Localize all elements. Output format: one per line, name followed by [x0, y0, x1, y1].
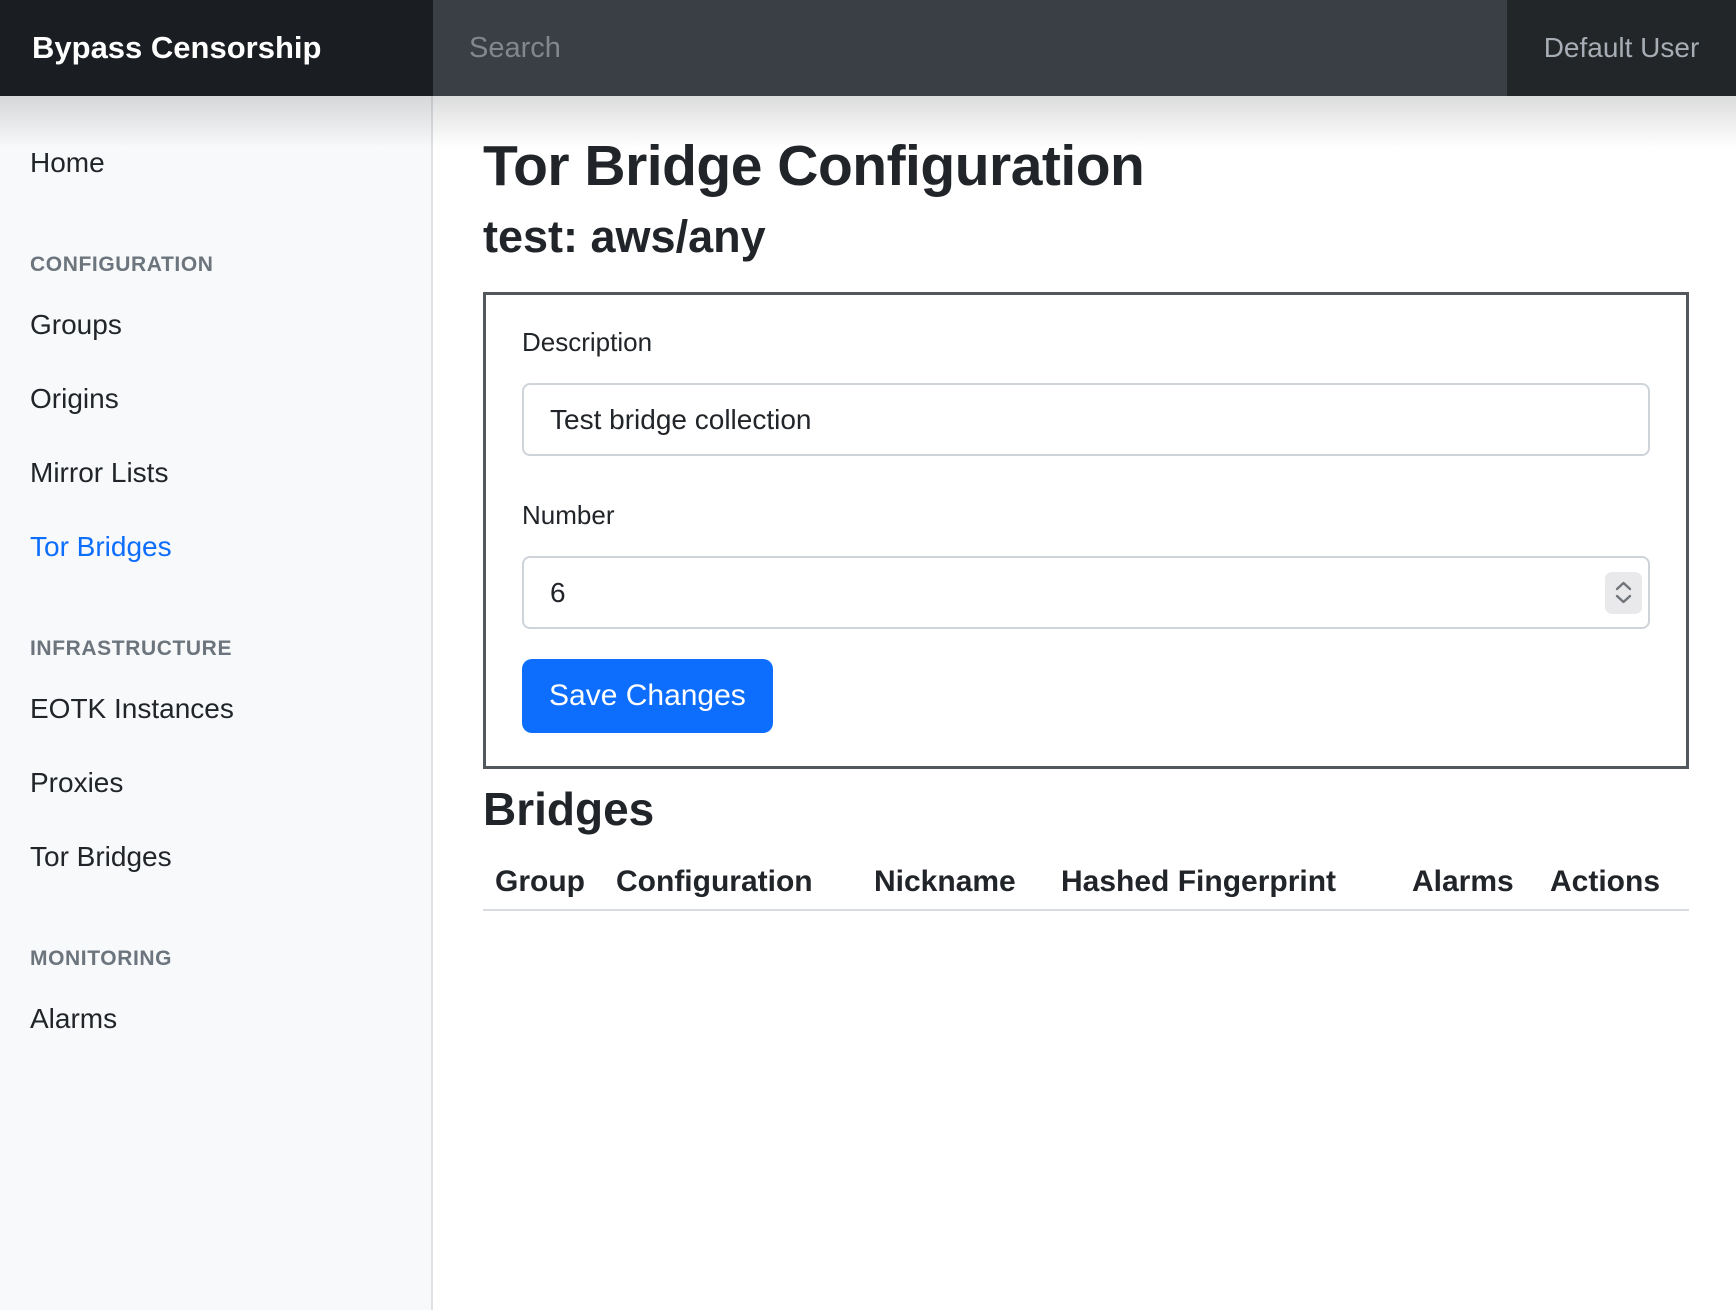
- description-input[interactable]: [522, 383, 1650, 456]
- chevron-up-icon[interactable]: [1615, 581, 1632, 591]
- number-label: Number: [522, 500, 1650, 530]
- column-header-configuration: Configuration: [604, 847, 862, 910]
- sidebar-item-tor-bridges-config[interactable]: Tor Bridges: [30, 510, 431, 584]
- sidebar-item-tor-bridges-infra[interactable]: Tor Bridges: [30, 820, 431, 894]
- sidebar-section-monitoring: MONITORING: [30, 946, 431, 972]
- description-label: Description: [522, 327, 1650, 357]
- number-field-group: Number: [522, 500, 1650, 629]
- column-header-group: Group: [483, 847, 604, 910]
- sidebar-section-configuration: CONFIGURATION: [30, 252, 431, 278]
- bridges-table: Group Configuration Nickname Hashed Fing…: [483, 847, 1689, 911]
- sidebar-item-groups[interactable]: Groups: [30, 288, 431, 362]
- number-input-wrap: [522, 556, 1650, 629]
- search-bar: [433, 0, 1507, 96]
- sidebar-item-eotk-instances[interactable]: EOTK Instances: [30, 672, 431, 746]
- sidebar-item-alarms[interactable]: Alarms: [30, 982, 431, 1056]
- bridges-table-header-row: Group Configuration Nickname Hashed Fing…: [483, 847, 1689, 910]
- search-input[interactable]: [433, 0, 1507, 96]
- sidebar-item-origins[interactable]: Origins: [30, 362, 431, 436]
- number-input[interactable]: [522, 556, 1650, 629]
- sidebar-item-home[interactable]: Home: [30, 126, 431, 200]
- column-header-nickname: Nickname: [862, 847, 1049, 910]
- page-title: Tor Bridge Configuration: [483, 132, 1688, 200]
- sidebar-item-proxies[interactable]: Proxies: [30, 746, 431, 820]
- sidebar-item-mirror-lists[interactable]: Mirror Lists: [30, 436, 431, 510]
- sidebar-nav: Home CONFIGURATION Groups Origins Mirror…: [0, 96, 433, 1310]
- column-header-hashed-fingerprint: Hashed Fingerprint: [1049, 847, 1400, 910]
- bridge-config-form-card: Description Number Save Changes: [483, 292, 1689, 769]
- app-brand[interactable]: Bypass Censorship: [0, 0, 433, 96]
- number-stepper[interactable]: [1605, 572, 1642, 614]
- user-menu-button[interactable]: Default User: [1507, 0, 1736, 96]
- description-field-group: Description: [522, 327, 1650, 456]
- save-changes-button[interactable]: Save Changes: [522, 659, 773, 733]
- top-navbar: Bypass Censorship Default User: [0, 0, 1736, 96]
- main-content: Tor Bridge Configuration test: aws/any D…: [435, 96, 1736, 1310]
- page-subtitle: test: aws/any: [483, 210, 1688, 264]
- column-header-actions: Actions: [1538, 847, 1689, 910]
- sidebar-section-infrastructure: INFRASTRUCTURE: [30, 636, 431, 662]
- bridges-heading: Bridges: [483, 783, 1688, 835]
- chevron-down-icon[interactable]: [1615, 594, 1632, 604]
- column-header-alarms: Alarms: [1400, 847, 1538, 910]
